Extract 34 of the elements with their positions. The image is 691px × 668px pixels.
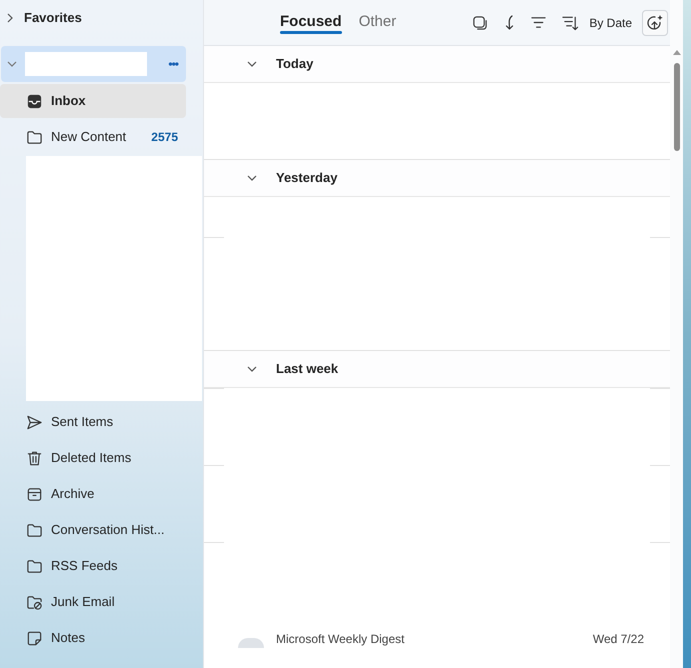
select-icon[interactable]	[472, 14, 488, 30]
junk-folder-icon	[26, 594, 43, 610]
note-icon	[26, 630, 43, 646]
message-date: Wed 7/22	[592, 631, 644, 648]
account-row[interactable]: •••	[1, 46, 186, 82]
folder-item[interactable]: Notes	[0, 621, 186, 655]
inbox-icon	[26, 92, 43, 110]
folder-item[interactable]: Conversation Hist...	[0, 513, 186, 547]
tab[interactable]: Other	[354, 0, 400, 46]
message-sender[interactable]: Microsoft Weekly Digest	[276, 630, 404, 648]
assistant-button[interactable]	[642, 10, 668, 36]
sparkle-arrow-icon	[646, 14, 664, 32]
sort-by-button[interactable]: By Date	[589, 14, 632, 32]
folder-item[interactable]: Junk Email	[0, 585, 186, 619]
folder-icon	[26, 558, 43, 574]
tab[interactable]: Focused	[276, 0, 346, 46]
send-icon	[26, 414, 43, 430]
folder-item[interactable]: New Content 2575	[0, 120, 186, 154]
folder-item[interactable]: Archive	[0, 477, 186, 511]
favorites-label[interactable]: Favorites	[24, 8, 82, 28]
folder-icon	[26, 522, 43, 538]
folder-item[interactable]: RSS Feeds	[0, 549, 186, 583]
avatar	[238, 638, 264, 648]
folder-icon	[26, 128, 43, 146]
scrollbar-thumb[interactable]	[674, 63, 680, 151]
folder-item[interactable]: Inbox	[0, 84, 186, 118]
folder-item[interactable]: Deleted Items	[0, 441, 186, 475]
archive-icon	[26, 486, 43, 502]
sort-icon[interactable]	[561, 14, 580, 31]
filter-icon[interactable]	[530, 14, 548, 31]
unread-count: 2575	[151, 129, 178, 146]
trash-icon	[26, 450, 43, 466]
more-options-button[interactable]: •••	[168, 55, 178, 73]
folder-item[interactable]: Sent Items	[0, 405, 186, 439]
